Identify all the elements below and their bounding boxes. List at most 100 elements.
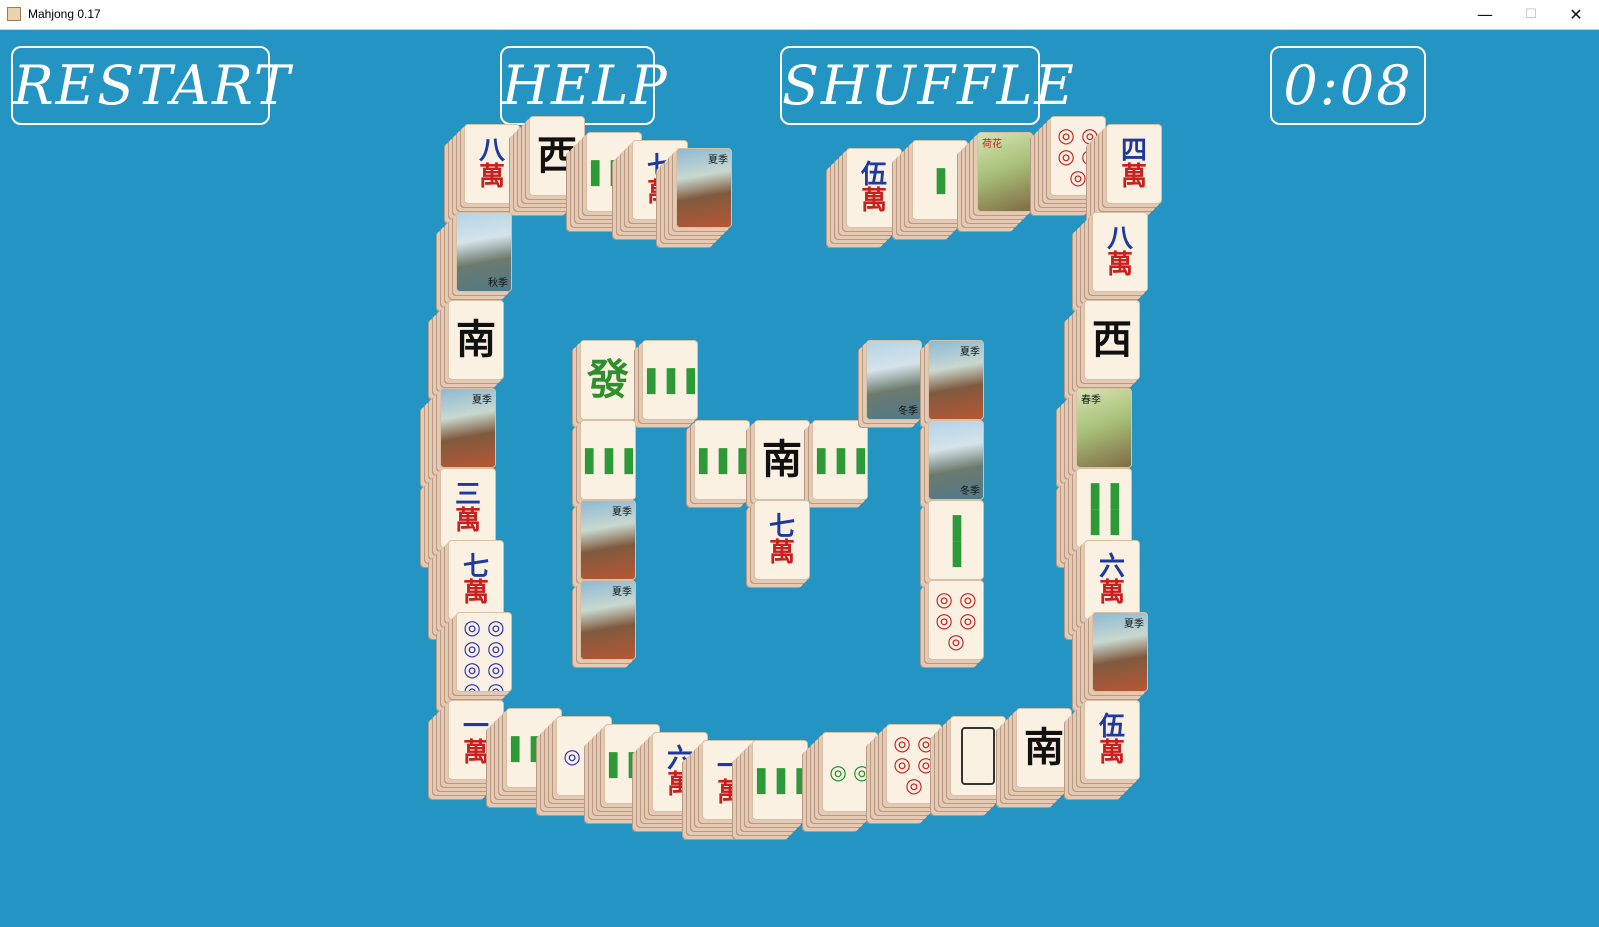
- tile-rank: 一: [716, 752, 743, 782]
- tile-suit: 萬: [716, 778, 743, 808]
- tile-suit: 萬: [768, 538, 795, 568]
- mahjong-tile[interactable]: 一萬: [702, 740, 758, 820]
- mahjong-tile[interactable]: ❚❚❚: [642, 340, 698, 420]
- mahjong-tile[interactable]: 南: [448, 300, 504, 380]
- mahjong-tile[interactable]: 冬季: [866, 340, 922, 420]
- mahjong-tile[interactable]: 荷花: [977, 132, 1033, 212]
- mahjong-tile[interactable]: 南: [1016, 708, 1072, 788]
- mahjong-tile[interactable]: 三萬: [440, 468, 496, 548]
- tile-caption: 荷花: [982, 139, 1002, 150]
- tile-rank: 伍: [860, 160, 887, 190]
- tile-suit: 萬: [1106, 250, 1133, 280]
- mahjong-tile[interactable]: 夏季: [440, 388, 496, 468]
- tile-rank: 八: [478, 136, 505, 166]
- tile-caption: 秋季: [488, 278, 508, 289]
- tile-caption: 春季: [1081, 395, 1101, 406]
- mahjong-tile[interactable]: 一萬: [448, 700, 504, 780]
- bamboo-icon: ❚❚❚: [694, 445, 750, 475]
- circle-icon: ◎ ◎ ◎ ◎ ◎: [935, 586, 977, 653]
- circle-icon: ◎ ◎: [563, 743, 605, 768]
- mahjong-tile[interactable]: ◎ ◎: [822, 732, 878, 812]
- tile-caption: 夏季: [1124, 619, 1144, 630]
- tile-rank: 伍: [1098, 712, 1125, 742]
- bamboo-icon: ❚❚❚: [752, 765, 808, 795]
- tile-face: 西: [537, 133, 577, 179]
- tile-rank: 六: [666, 744, 693, 774]
- tile-face: 西: [1092, 317, 1132, 363]
- mahjong-tile[interactable]: 夏季: [676, 148, 732, 228]
- tile-suit: 萬: [462, 738, 489, 768]
- bamboo-icon: ❚❚❚: [580, 445, 636, 475]
- mahjong-tile[interactable]: ❚❚ ❚❚: [1076, 468, 1132, 548]
- bamboo-icon: ❚: [930, 165, 952, 195]
- tile-caption: 冬季: [898, 406, 918, 417]
- mahjong-tile[interactable]: 夏季: [928, 340, 984, 420]
- mahjong-tile[interactable]: ◎ ◎ ◎ ◎ ◎ ◎ ◎ ◎: [456, 612, 512, 692]
- tile-rank: 七: [646, 152, 673, 182]
- mahjong-tile[interactable]: 八萬: [1092, 212, 1148, 292]
- mahjong-tile[interactable]: 六萬: [652, 732, 708, 812]
- mahjong-tile[interactable]: ❚: [912, 140, 968, 220]
- circle-icon: ◎ ◎: [829, 759, 871, 784]
- white-dragon-icon: [961, 727, 995, 785]
- mahjong-tile[interactable]: ❚❚❚: [580, 420, 636, 500]
- mahjong-tile[interactable]: 夏季: [580, 500, 636, 580]
- bamboo-icon: ❚❚❚: [812, 445, 868, 475]
- mahjong-tile[interactable]: ◎ ◎ ◎ ◎ ◎: [1050, 116, 1106, 196]
- mahjong-tile[interactable]: 西: [529, 116, 585, 196]
- mahjong-tile[interactable]: ❚ ❚: [928, 500, 984, 580]
- mahjong-tile[interactable]: 六萬: [1084, 540, 1140, 620]
- tile-caption: 夏季: [612, 507, 632, 518]
- mahjong-tile[interactable]: [950, 716, 1006, 796]
- tile-caption: 夏季: [612, 587, 632, 598]
- tile-face: 南: [1024, 725, 1064, 771]
- mahjong-tile[interactable]: 夏季: [580, 580, 636, 660]
- tile-face: 南: [456, 317, 496, 363]
- mahjong-tile[interactable]: ❚❚❚: [506, 708, 562, 788]
- mahjong-tile[interactable]: 四萬: [1106, 124, 1162, 204]
- mahjong-tile[interactable]: 南: [754, 420, 810, 500]
- tile-face: 發: [586, 355, 629, 404]
- tile-suit: 萬: [454, 506, 481, 536]
- tile-rank: 一: [462, 712, 489, 742]
- tile-suit: 萬: [1120, 162, 1147, 192]
- tile-rank: 七: [462, 552, 489, 582]
- tile-caption: 冬季: [960, 486, 980, 497]
- tile-caption: 夏季: [960, 347, 980, 358]
- mahjong-tile[interactable]: 七萬: [754, 500, 810, 580]
- mahjong-tile[interactable]: 冬季: [928, 420, 984, 500]
- mahjong-tile[interactable]: 伍萬: [846, 148, 902, 228]
- mahjong-tile[interactable]: ❚❚❚: [812, 420, 868, 500]
- tile-suit: 萬: [462, 578, 489, 608]
- mahjong-tile[interactable]: 春季: [1076, 388, 1132, 468]
- mahjong-tile[interactable]: 八萬: [464, 124, 520, 204]
- mahjong-tile[interactable]: ◎ ◎ ◎ ◎ ◎: [886, 724, 942, 804]
- circle-icon: ◎ ◎ ◎ ◎ ◎: [893, 730, 935, 797]
- tile-rank: 七: [768, 512, 795, 542]
- mahjong-tile[interactable]: 秋季: [456, 212, 512, 292]
- mahjong-tile[interactable]: ◎ ◎ ◎ ◎ ◎: [928, 580, 984, 660]
- bamboo-icon: ❚❚❚: [506, 733, 562, 763]
- mahjong-tile[interactable]: 西: [1084, 300, 1140, 380]
- tile-rank: 四: [1120, 136, 1147, 166]
- mahjong-tile[interactable]: 七萬: [448, 540, 504, 620]
- bamboo-icon: ❚❚ ❚❚: [1084, 480, 1126, 536]
- tile-rank: 三: [454, 480, 481, 510]
- mahjong-tile[interactable]: ❚❚❚: [694, 420, 750, 500]
- tile-board: 八萬 西 ❚❚❚ 七萬 夏季 伍萬 ❚ 荷花 ◎ ◎ ◎ ◎ ◎ 四萬 八萬 西…: [0, 0, 1599, 927]
- mahjong-tile[interactable]: ❚❚❚: [752, 740, 808, 820]
- bamboo-icon: ❚❚❚: [642, 365, 698, 395]
- tile-suit: 萬: [478, 162, 505, 192]
- tile-suit: 萬: [1098, 578, 1125, 608]
- mahjong-tile[interactable]: 發: [580, 340, 636, 420]
- tile-rank: 八: [1106, 224, 1133, 254]
- tile-suit: 萬: [666, 770, 693, 800]
- mahjong-tile[interactable]: 夏季: [1092, 612, 1148, 692]
- tile-caption: 夏季: [708, 155, 728, 166]
- tile-rank: 六: [1098, 552, 1125, 582]
- tile-caption: 夏季: [472, 395, 492, 406]
- bamboo-icon: ❚❚❚: [604, 749, 660, 779]
- mahjong-tile[interactable]: 伍萬: [1084, 700, 1140, 780]
- circle-icon: ◎ ◎ ◎ ◎ ◎ ◎ ◎ ◎: [463, 615, 505, 692]
- tile-suit: 萬: [860, 186, 887, 216]
